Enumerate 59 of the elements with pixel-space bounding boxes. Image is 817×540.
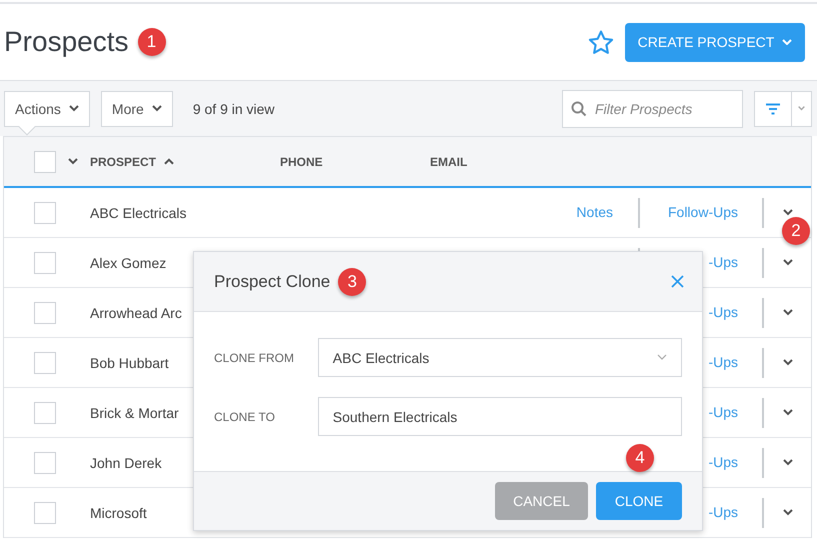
prospect-name: Alex Gomez — [90, 254, 166, 270]
chevron-down-icon — [782, 359, 792, 366]
filter-field[interactable]: Filter Prospects — [562, 90, 743, 128]
follow-ups-link[interactable]: -Ups — [708, 304, 738, 320]
more-dropdown[interactable]: More — [100, 90, 173, 126]
filter-icon — [765, 102, 781, 114]
chevron-down-icon — [782, 259, 792, 266]
row-checkbox[interactable] — [34, 252, 56, 274]
row-checkbox[interactable] — [34, 202, 56, 224]
clone-from-select[interactable]: ABC Electricals — [318, 338, 682, 377]
prospect-name: Bob Hubbart — [90, 354, 169, 370]
chevron-down-icon — [782, 309, 792, 316]
number-badge: 2 — [782, 217, 810, 245]
page-title: Prospects — [4, 26, 128, 58]
dialog-title: Prospect Clone — [214, 272, 330, 292]
chevron-down-icon — [782, 38, 792, 46]
prospect-name: Arrowhead Arc — [90, 304, 182, 320]
follow-ups-link[interactable]: -Ups — [708, 254, 738, 270]
chevron-down-icon — [782, 409, 792, 416]
chevron-down-icon — [152, 105, 162, 112]
row-checkbox[interactable] — [34, 452, 56, 474]
follow-ups-link[interactable]: -Ups — [708, 504, 738, 520]
row-checkbox[interactable] — [34, 352, 56, 374]
field-label: CLONE FROM — [214, 350, 296, 364]
prospect-name: John Derek — [90, 454, 162, 470]
search-icon — [571, 100, 587, 116]
row-checkbox[interactable] — [34, 502, 56, 524]
follow-ups-link[interactable]: Follow-Ups — [668, 204, 738, 220]
chevron-down-icon — [798, 105, 805, 112]
follow-ups-link[interactable]: -Ups — [708, 454, 738, 470]
column-header[interactable]: PHONE — [280, 154, 430, 168]
chevron-down-icon — [782, 459, 792, 466]
create-prospect-button[interactable]: CREATE PROSPECT — [625, 22, 805, 62]
follow-ups-link[interactable]: -Ups — [708, 354, 738, 370]
row-checkbox[interactable] — [34, 402, 56, 424]
number-badge: 3 — [338, 268, 366, 296]
prospect-name: Microsoft — [90, 504, 147, 520]
chevron-down-icon — [782, 209, 792, 216]
column-header[interactable]: PROSPECT — [90, 154, 280, 168]
field-label: CLONE TO — [214, 410, 276, 424]
chevron-down-icon — [657, 354, 667, 361]
notes-link[interactable]: Notes — [576, 204, 613, 220]
star-icon[interactable] — [588, 30, 614, 54]
row-checkbox[interactable] — [34, 302, 56, 324]
chevron-down-icon — [68, 158, 78, 165]
chevron-down-icon — [68, 105, 79, 112]
number-badge: 1 — [138, 28, 166, 56]
sort-up-icon — [164, 158, 174, 165]
prospect-name: ABC Electricals — [90, 204, 186, 220]
view-count: 9 of 9 in view — [192, 100, 275, 116]
select-all-checkbox[interactable] — [34, 150, 56, 172]
column-header[interactable]: EMAIL — [430, 154, 580, 168]
chevron-down-icon — [782, 509, 792, 516]
prospect-name: Brick & Mortar — [90, 404, 179, 420]
clone-to-field[interactable]: Southern Electricals — [318, 397, 682, 436]
cancel-button[interactable]: CANCEL — [495, 482, 588, 520]
clone-button[interactable]: CLONE — [596, 482, 682, 520]
follow-ups-link[interactable]: -Ups — [708, 404, 738, 420]
close-icon[interactable] — [671, 275, 684, 288]
